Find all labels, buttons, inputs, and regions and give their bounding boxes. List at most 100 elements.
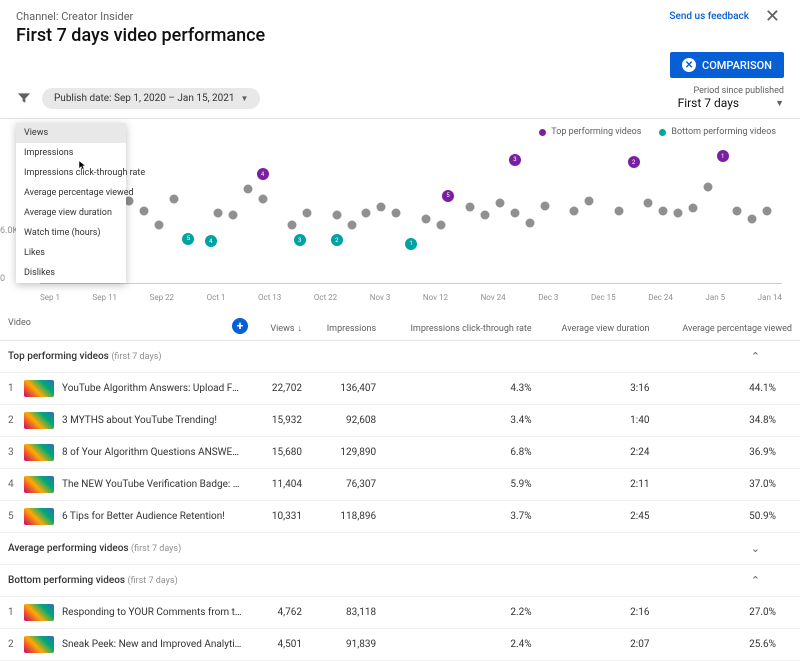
group-header-row[interactable]: Bottom performing videos (first 7 days)⌃ xyxy=(0,565,800,597)
chart-point[interactable] xyxy=(466,203,475,212)
chart-point[interactable] xyxy=(214,209,223,218)
scatter-chart: 1234512345 xyxy=(40,137,782,282)
chart-point[interactable] xyxy=(570,206,579,215)
table-row[interactable]: 38 of Your Algorithm Questions ANSWERED!… xyxy=(0,437,800,469)
chart-point[interactable] xyxy=(763,206,772,215)
chart-point[interactable]: 2 xyxy=(628,156,640,168)
sort-desc-icon: ↓ xyxy=(297,324,302,334)
table-row[interactable]: 56 Tips for Better Audience Retention!10… xyxy=(0,501,800,533)
metric-option[interactable]: Dislikes xyxy=(16,263,126,283)
column-header[interactable]: Video+ xyxy=(0,312,256,341)
column-header[interactable]: Average percentage viewed xyxy=(657,312,800,341)
video-title: 3 MYTHS about YouTube Trending! xyxy=(62,415,217,426)
chart-point[interactable] xyxy=(659,206,668,215)
chart-point[interactable] xyxy=(288,221,297,230)
filter-icon[interactable] xyxy=(16,90,32,106)
chevron-down-icon[interactable]: ⌄ xyxy=(751,542,760,555)
chart-point[interactable] xyxy=(540,201,549,210)
x-axis xyxy=(40,283,782,284)
metric-option[interactable]: Average percentage viewed xyxy=(16,183,126,203)
comparison-label: COMPARISON xyxy=(702,59,772,72)
chart-point[interactable] xyxy=(436,221,445,230)
period-selector[interactable]: Period since published First 7 days ▼ xyxy=(678,86,784,110)
comparison-remove-icon: ✕ xyxy=(682,58,696,72)
chart-point[interactable] xyxy=(644,199,653,208)
column-header[interactable]: Impressions xyxy=(310,312,384,341)
chart-point[interactable] xyxy=(258,194,267,203)
chart-point[interactable] xyxy=(347,221,356,230)
chart-point[interactable]: 5 xyxy=(182,233,194,245)
chart-point[interactable] xyxy=(733,206,742,215)
video-thumbnail xyxy=(24,604,54,621)
chart-point[interactable] xyxy=(243,185,252,194)
chart-point[interactable] xyxy=(688,204,697,213)
chart-point[interactable] xyxy=(525,218,534,227)
chart-point[interactable] xyxy=(481,211,490,220)
table-row[interactable]: 2Sneak Peek: New and Improved Analytics … xyxy=(0,629,800,661)
column-header[interactable]: Average view duration xyxy=(540,312,658,341)
chart-point[interactable] xyxy=(377,203,386,212)
metric-option[interactable]: Impressions click-through rate xyxy=(16,163,126,183)
chart-point[interactable]: 2 xyxy=(331,234,343,246)
chart-point[interactable]: 1 xyxy=(717,150,729,162)
chart-point[interactable]: 3 xyxy=(294,234,306,246)
video-title: Sneak Peek: New and Improved Analytics f… xyxy=(62,639,242,650)
chart-point[interactable] xyxy=(674,209,683,218)
table-row[interactable]: 4The NEW YouTube Verification Badge: Eve… xyxy=(0,469,800,501)
video-title: 8 of Your Algorithm Questions ANSWERED! xyxy=(62,447,242,458)
chart-point[interactable]: 3 xyxy=(509,154,521,166)
metric-option[interactable]: Watch time (hours) xyxy=(16,223,126,243)
metric-option[interactable]: Likes xyxy=(16,243,126,263)
chart-point[interactable] xyxy=(748,215,757,224)
group-header-row[interactable]: Top performing videos (first 7 days)⌃ xyxy=(0,341,800,373)
table-row[interactable]: 23 MYTHS about YouTube Trending!15,93292… xyxy=(0,405,800,437)
chart-point[interactable] xyxy=(228,211,237,220)
chart-point[interactable] xyxy=(703,182,712,191)
group-header-row[interactable]: Average performing videos (first 7 days)… xyxy=(0,533,800,565)
chart-point[interactable] xyxy=(392,209,401,218)
video-title: YouTube Algorithm Answers: Upload Freque… xyxy=(62,383,242,394)
chevron-up-icon[interactable]: ⌃ xyxy=(751,350,760,363)
chevron-down-icon: ▼ xyxy=(241,94,249,103)
table-row[interactable]: 1Responding to YOUR Comments from the "S… xyxy=(0,597,800,629)
close-icon[interactable]: ✕ xyxy=(761,6,784,27)
legend-bottom: Bottom performing videos xyxy=(659,127,776,137)
chart-point[interactable]: 4 xyxy=(205,235,217,247)
chevron-up-icon[interactable]: ⌃ xyxy=(751,574,760,587)
chart-point[interactable] xyxy=(303,209,312,218)
send-feedback-link[interactable]: Send us feedback xyxy=(669,11,749,22)
chart-point[interactable] xyxy=(585,197,594,206)
chart-point[interactable] xyxy=(332,211,341,220)
chart-point[interactable] xyxy=(169,194,178,203)
column-header[interactable]: Views↓ xyxy=(256,312,310,341)
period-label: Period since published xyxy=(678,86,784,96)
publish-date-filter-chip[interactable]: Publish date: Sep 1, 2020 – Jan 15, 2021… xyxy=(42,88,260,109)
chart-point[interactable]: 5 xyxy=(442,190,454,202)
add-column-button[interactable]: + xyxy=(232,318,248,334)
x-tick-labels: Sep 1Sep 11Sep 22Oct 1Oct 13Oct 22Nov 3N… xyxy=(40,293,782,302)
metric-option[interactable]: Average view duration xyxy=(16,203,126,223)
metric-dropdown[interactable]: ViewsImpressionsImpressions click-throug… xyxy=(16,123,126,283)
chart-point[interactable] xyxy=(614,206,623,215)
y-tick: 0 xyxy=(0,274,5,284)
chart-point[interactable] xyxy=(154,221,163,230)
comparison-button[interactable]: ✕ COMPARISON xyxy=(670,52,784,78)
metric-option[interactable]: Impressions xyxy=(16,143,126,163)
metric-option[interactable]: Views xyxy=(16,123,126,143)
chart-point[interactable]: 1 xyxy=(405,238,417,250)
video-title: Responding to YOUR Comments from the "Se… xyxy=(62,607,242,618)
chevron-down-icon: ▼ xyxy=(775,98,784,109)
chart-point[interactable] xyxy=(139,206,148,215)
filter-chip-label: Publish date: Sep 1, 2020 – Jan 15, 2021 xyxy=(54,93,235,104)
column-header[interactable]: Impressions click-through rate xyxy=(384,312,540,341)
video-thumbnail xyxy=(24,380,54,397)
chart-point[interactable] xyxy=(421,215,430,224)
legend-top: Top performing videos xyxy=(539,127,641,137)
video-thumbnail xyxy=(24,508,54,525)
table-row[interactable]: 1YouTube Algorithm Answers: Upload Frequ… xyxy=(0,373,800,405)
video-title: 6 Tips for Better Audience Retention! xyxy=(62,511,225,522)
chart-point[interactable]: 4 xyxy=(257,168,269,180)
chart-point[interactable] xyxy=(496,199,505,208)
chart-point[interactable] xyxy=(362,209,371,218)
chart-point[interactable] xyxy=(510,209,519,218)
